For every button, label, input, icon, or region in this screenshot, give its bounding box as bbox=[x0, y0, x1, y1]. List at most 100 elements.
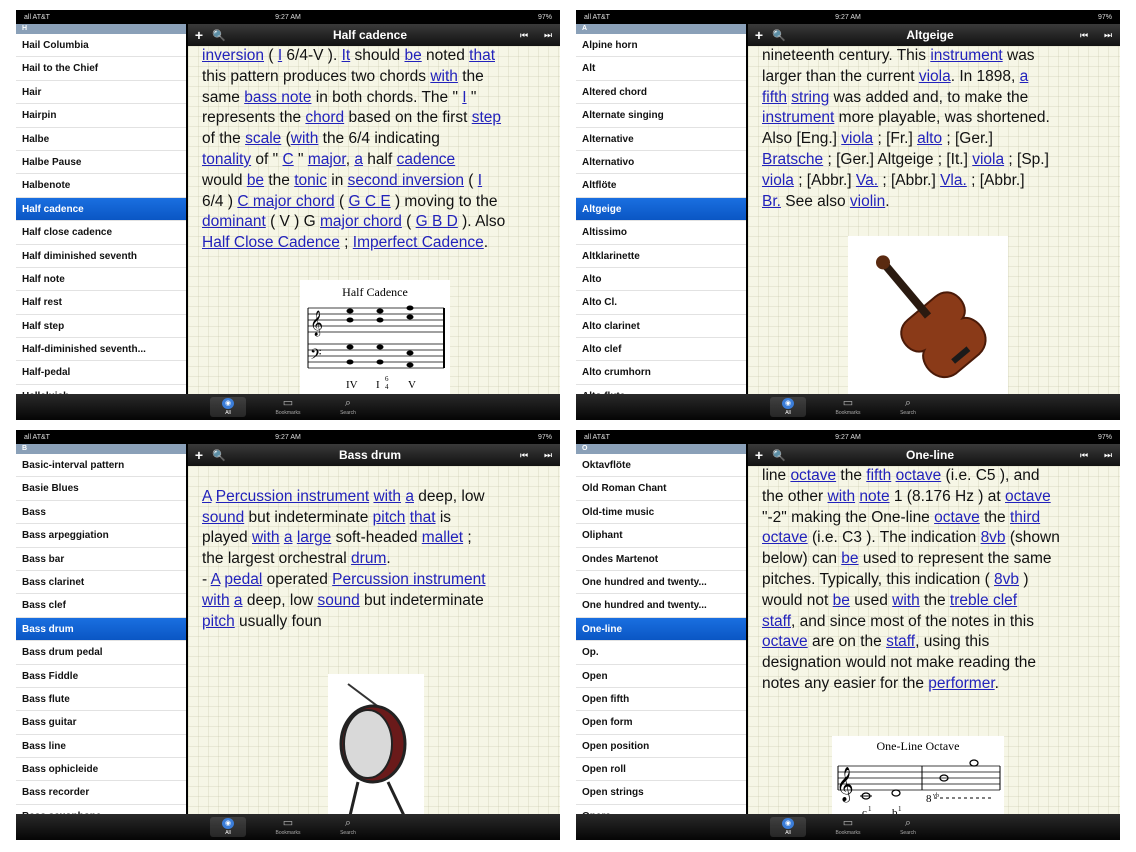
term-link[interactable]: C bbox=[282, 151, 293, 168]
list-item[interactable]: Bass line bbox=[16, 735, 186, 759]
term-link[interactable]: Percussion instrument bbox=[332, 571, 485, 588]
tab-search[interactable]: ⌕ Search bbox=[330, 398, 366, 417]
term-link[interactable]: Percussion instrument bbox=[216, 488, 369, 505]
tab-bookmarks[interactable]: ▭ Bookmarks bbox=[270, 818, 306, 837]
list-item[interactable]: Bass ophicleide bbox=[16, 758, 186, 782]
term-link[interactable]: that bbox=[410, 509, 436, 526]
search-icon[interactable]: 🔍 bbox=[770, 449, 788, 462]
term-link[interactable]: It bbox=[342, 47, 351, 64]
term-link[interactable]: octave bbox=[1005, 488, 1051, 505]
term-link[interactable]: cadence bbox=[397, 151, 456, 168]
term-link[interactable]: Va. bbox=[856, 172, 878, 189]
list-item[interactable]: Alternativo bbox=[576, 151, 746, 175]
term-link[interactable]: a bbox=[1020, 68, 1029, 85]
list-item[interactable]: Alpine horn bbox=[576, 34, 746, 58]
term-link[interactable]: major chord bbox=[320, 213, 402, 230]
list-item[interactable]: Open strings bbox=[576, 781, 746, 805]
next-entry-button[interactable]: ⏭ bbox=[536, 30, 560, 41]
term-link[interactable]: note bbox=[859, 488, 889, 505]
term-link[interactable]: bass note bbox=[244, 89, 311, 106]
list-item[interactable]: Alto flute bbox=[576, 385, 746, 394]
add-bookmark-button[interactable]: + bbox=[748, 27, 770, 43]
term-link[interactable]: inversion bbox=[202, 47, 264, 64]
list-item[interactable]: Halbenote bbox=[16, 174, 186, 198]
list-item[interactable]: Half close cadence bbox=[16, 221, 186, 245]
term-link[interactable]: drum bbox=[351, 550, 386, 567]
list-item[interactable]: Alto Cl. bbox=[576, 291, 746, 315]
term-link[interactable]: staff bbox=[886, 633, 915, 650]
term-link[interactable]: Vla. bbox=[940, 172, 967, 189]
term-link[interactable]: pitch bbox=[202, 613, 235, 630]
tab-all[interactable]: ◉ All bbox=[210, 817, 246, 837]
term-link[interactable]: staff bbox=[762, 613, 791, 630]
term-link[interactable]: step bbox=[472, 109, 501, 126]
list-item[interactable]: Altklarinette bbox=[576, 245, 746, 268]
term-link[interactable]: viola bbox=[919, 68, 951, 85]
term-link[interactable]: instrument bbox=[930, 47, 1002, 64]
list-item[interactable]: Halbe Pause bbox=[16, 151, 186, 175]
list-item[interactable]: Alternative bbox=[576, 128, 746, 151]
tab-search[interactable]: ⌕ Search bbox=[330, 818, 366, 837]
term-link[interactable]: viola bbox=[841, 130, 873, 147]
term-link[interactable]: pitch bbox=[373, 509, 406, 526]
term-list[interactable]: B Basic-interval pattern Basie Blues Bass Ba… bbox=[16, 444, 186, 814]
term-list[interactable]: O Oktavflöte Old Roman Chant Old-time music… bbox=[576, 444, 746, 814]
term-link[interactable]: G C E bbox=[348, 193, 390, 210]
term-link[interactable]: C major chord bbox=[237, 193, 334, 210]
list-item[interactable]: Alto clef bbox=[576, 338, 746, 362]
term-link[interactable]: a bbox=[234, 592, 243, 609]
list-item[interactable]: Open form bbox=[576, 711, 746, 735]
list-item[interactable]: Oktavflöte bbox=[576, 454, 746, 478]
term-link[interactable]: large bbox=[297, 529, 331, 546]
tab-search[interactable]: ⌕ Search bbox=[890, 398, 926, 417]
list-item[interactable]: Hail Columbia bbox=[16, 34, 186, 58]
list-item[interactable]: Oliphant bbox=[576, 524, 746, 548]
term-link[interactable]: instrument bbox=[762, 109, 834, 126]
search-icon[interactable]: 🔍 bbox=[210, 449, 228, 462]
list-item[interactable]: Half rest bbox=[16, 291, 186, 315]
term-link[interactable]: with bbox=[252, 529, 280, 546]
term-link[interactable]: Imperfect Cadence bbox=[353, 234, 484, 251]
list-item[interactable]: Basic-interval pattern bbox=[16, 454, 186, 478]
term-link[interactable]: I bbox=[478, 172, 482, 189]
term-link[interactable]: scale bbox=[245, 130, 281, 147]
list-item[interactable]: Altered chord bbox=[576, 81, 746, 105]
term-link[interactable]: Bratsche bbox=[762, 151, 823, 168]
search-icon[interactable]: 🔍 bbox=[770, 29, 788, 42]
list-item-selected[interactable]: Bass drum bbox=[16, 617, 186, 642]
tab-all[interactable]: ◉ All bbox=[770, 817, 806, 837]
list-item[interactable]: Alt bbox=[576, 57, 746, 81]
tab-all[interactable]: ◉ All bbox=[770, 397, 806, 417]
previous-entry-button[interactable]: ⏮ bbox=[512, 450, 536, 461]
list-item[interactable]: Altflöte bbox=[576, 174, 746, 198]
term-link[interactable]: G B D bbox=[416, 213, 458, 230]
list-item[interactable]: Bass saxophone bbox=[16, 805, 186, 814]
term-link[interactable]: performer bbox=[928, 675, 994, 692]
next-entry-button[interactable]: ⏭ bbox=[1096, 30, 1120, 41]
next-entry-button[interactable]: ⏭ bbox=[536, 450, 560, 461]
term-link[interactable]: that bbox=[469, 47, 495, 64]
tab-bookmarks[interactable]: ▭ Bookmarks bbox=[830, 818, 866, 837]
list-item[interactable]: Alternate singing bbox=[576, 104, 746, 128]
list-item[interactable]: Bass guitar bbox=[16, 711, 186, 735]
list-item[interactable]: Open position bbox=[576, 735, 746, 759]
list-item[interactable]: Ondes Martenot bbox=[576, 548, 746, 571]
term-link[interactable]: major bbox=[308, 151, 346, 168]
list-item-selected[interactable]: Altgeige bbox=[576, 197, 746, 222]
list-item[interactable]: Open roll bbox=[576, 758, 746, 782]
previous-entry-button[interactable]: ⏮ bbox=[1072, 30, 1096, 41]
list-item[interactable]: Half-diminished seventh... bbox=[16, 338, 186, 362]
term-link[interactable]: alto bbox=[917, 130, 942, 147]
term-link[interactable]: with bbox=[430, 68, 458, 85]
list-item[interactable]: Bass Fiddle bbox=[16, 665, 186, 688]
term-link[interactable]: tonality bbox=[202, 151, 251, 168]
term-link[interactable]: tonic bbox=[294, 172, 327, 189]
list-item[interactable]: Bass drum pedal bbox=[16, 641, 186, 665]
list-item[interactable]: Hair bbox=[16, 81, 186, 105]
term-link[interactable]: 8vb bbox=[994, 571, 1019, 588]
list-item[interactable]: Alto bbox=[576, 268, 746, 292]
term-link[interactable]: with bbox=[828, 488, 856, 505]
term-link[interactable]: violin bbox=[850, 193, 885, 210]
add-bookmark-button[interactable]: + bbox=[188, 447, 210, 463]
list-item[interactable]: Bass bar bbox=[16, 548, 186, 571]
